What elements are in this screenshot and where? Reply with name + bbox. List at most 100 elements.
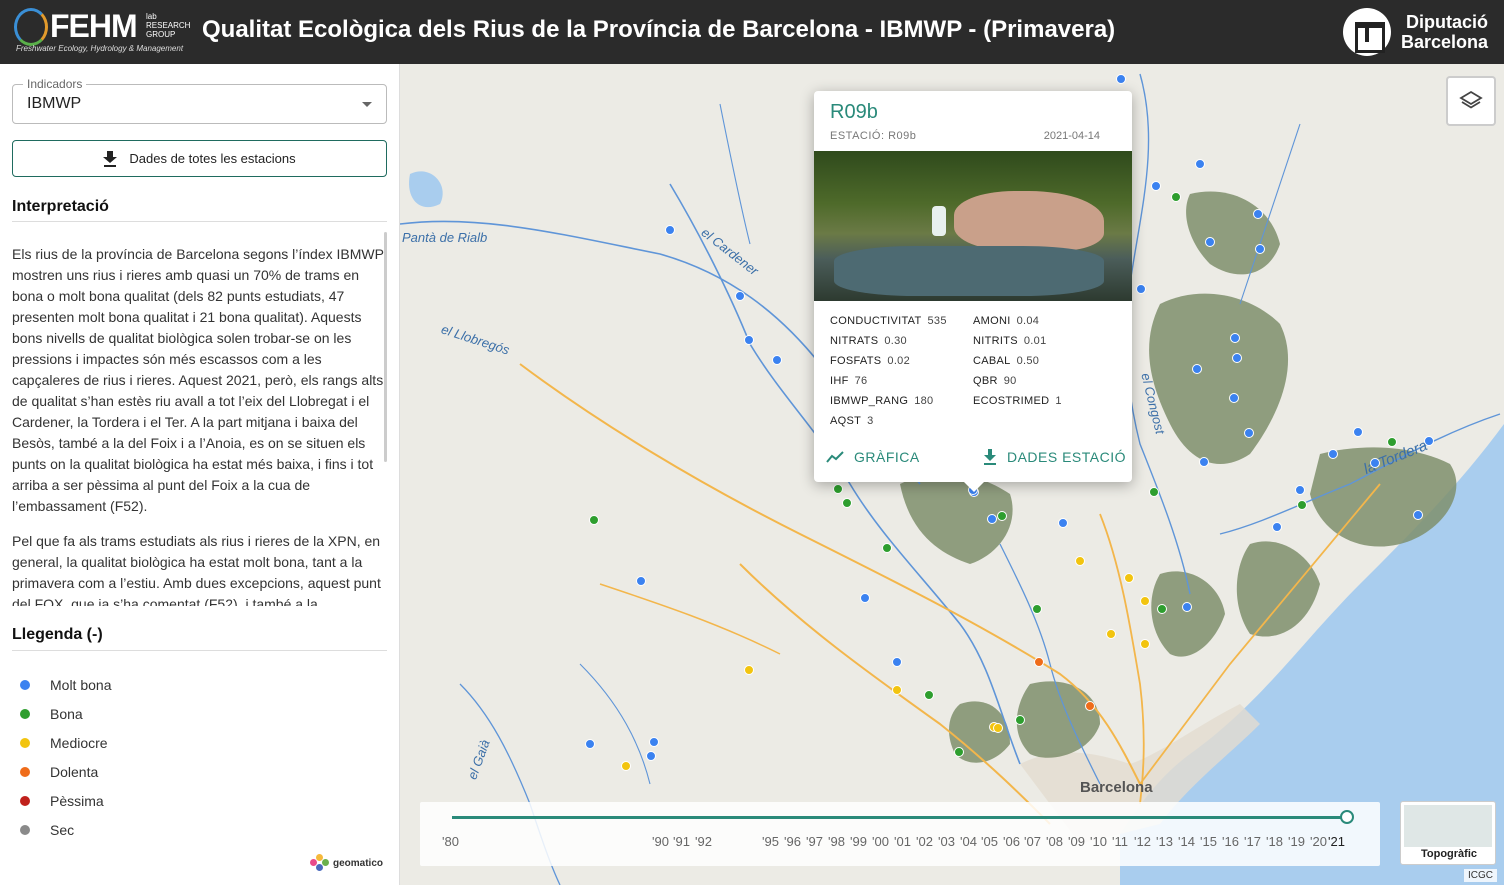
indicator-select[interactable]: Indicadors IBMWP xyxy=(12,77,387,124)
station-marker[interactable] xyxy=(1140,596,1150,606)
timeline-year[interactable]: '18 xyxy=(1266,834,1283,849)
geomatico-credit[interactable]: geomatico xyxy=(310,854,383,872)
station-marker[interactable] xyxy=(1387,437,1397,447)
station-marker[interactable] xyxy=(1106,629,1116,639)
station-marker[interactable] xyxy=(987,514,997,524)
station-marker[interactable] xyxy=(1297,500,1307,510)
station-marker[interactable] xyxy=(1253,209,1263,219)
chart-button[interactable]: GRÀFICA xyxy=(826,449,920,465)
station-marker[interactable] xyxy=(1199,457,1209,467)
station-marker[interactable] xyxy=(1124,573,1134,583)
timeline-year[interactable]: '15 xyxy=(1200,834,1217,849)
timeline-thumb[interactable] xyxy=(1340,810,1354,824)
station-marker[interactable] xyxy=(1192,364,1202,374)
map-attribution[interactable]: ICGC xyxy=(1464,869,1497,882)
station-marker[interactable] xyxy=(1424,436,1434,446)
station-marker[interactable] xyxy=(1413,510,1423,520)
station-marker[interactable] xyxy=(1230,333,1240,343)
timeline-year[interactable]: '20 xyxy=(1310,834,1327,849)
station-marker[interactable] xyxy=(744,665,754,675)
station-marker[interactable] xyxy=(1232,353,1242,363)
station-marker[interactable] xyxy=(1116,74,1126,84)
station-marker[interactable] xyxy=(1157,604,1167,614)
timeline-year[interactable]: '14 xyxy=(1178,834,1195,849)
download-all-button[interactable]: Dades de totes les estacions xyxy=(12,140,387,177)
basemap-toggle-button[interactable]: Topogràfic xyxy=(1400,801,1496,865)
station-marker[interactable] xyxy=(772,355,782,365)
year-timeline[interactable]: '80 '90 '91 '92 '95 '96 '97 '98 '99 '00 '01 '02 '03 '… xyxy=(420,802,1380,866)
station-marker[interactable] xyxy=(954,747,964,757)
station-marker[interactable] xyxy=(892,657,902,667)
timeline-year[interactable]: '99 xyxy=(850,834,867,849)
station-marker[interactable] xyxy=(1182,602,1192,612)
station-marker[interactable] xyxy=(842,498,852,508)
station-marker[interactable] xyxy=(1272,522,1282,532)
station-data-button[interactable]: DADES ESTACIÓ xyxy=(983,449,1126,465)
timeline-year[interactable]: '05 xyxy=(981,834,998,849)
timeline-year[interactable]: '10 xyxy=(1090,834,1107,849)
timeline-year[interactable]: '06 xyxy=(1003,834,1020,849)
station-marker[interactable] xyxy=(833,484,843,494)
station-marker[interactable] xyxy=(589,515,599,525)
station-marker[interactable] xyxy=(882,543,892,553)
station-marker[interactable] xyxy=(585,739,595,749)
station-marker[interactable] xyxy=(1370,458,1380,468)
station-marker[interactable] xyxy=(1015,715,1025,725)
timeline-year[interactable]: '16 xyxy=(1222,834,1239,849)
station-marker[interactable] xyxy=(924,690,934,700)
station-marker[interactable] xyxy=(1075,556,1085,566)
station-marker[interactable] xyxy=(1229,393,1239,403)
layers-button[interactable] xyxy=(1446,76,1496,126)
timeline-year[interactable]: '98 xyxy=(828,834,845,849)
interpretation-text[interactable]: Els rius de la província de Barcelona se… xyxy=(12,244,384,606)
station-marker[interactable] xyxy=(1085,701,1095,711)
station-marker[interactable] xyxy=(1032,604,1042,614)
station-marker[interactable] xyxy=(636,576,646,586)
station-marker[interactable] xyxy=(1195,159,1205,169)
scrollbar[interactable] xyxy=(384,232,387,462)
station-marker[interactable] xyxy=(621,761,631,771)
station-marker[interactable] xyxy=(646,751,656,761)
timeline-year[interactable]: '19 xyxy=(1288,834,1305,849)
timeline-year[interactable]: '08 xyxy=(1046,834,1063,849)
timeline-year[interactable]: '02 xyxy=(916,834,933,849)
timeline-year[interactable]: '03 xyxy=(938,834,955,849)
station-marker[interactable] xyxy=(1058,518,1068,528)
station-marker[interactable] xyxy=(892,685,902,695)
timeline-year[interactable]: '97 xyxy=(806,834,823,849)
station-marker[interactable] xyxy=(1034,657,1044,667)
station-marker[interactable] xyxy=(1136,284,1146,294)
station-marker[interactable] xyxy=(744,335,754,345)
station-marker[interactable] xyxy=(1140,639,1150,649)
station-marker[interactable] xyxy=(1353,427,1363,437)
timeline-year[interactable]: '13 xyxy=(1156,834,1173,849)
timeline-year[interactable]: '96 xyxy=(784,834,801,849)
station-marker[interactable] xyxy=(997,511,1007,521)
timeline-year[interactable]: '90 xyxy=(652,834,669,849)
timeline-year[interactable]: '01 xyxy=(894,834,911,849)
timeline-track[interactable] xyxy=(452,816,1348,819)
timeline-year[interactable]: '80 xyxy=(442,834,459,849)
timeline-year[interactable]: '12 xyxy=(1134,834,1151,849)
station-marker[interactable] xyxy=(860,593,870,603)
station-marker[interactable] xyxy=(1244,428,1254,438)
timeline-year[interactable]: '21 xyxy=(1328,834,1345,849)
station-marker[interactable] xyxy=(665,225,675,235)
station-marker[interactable] xyxy=(1295,485,1305,495)
station-marker[interactable] xyxy=(735,291,745,301)
station-marker[interactable] xyxy=(993,723,1003,733)
timeline-year[interactable]: '17 xyxy=(1244,834,1261,849)
station-marker[interactable] xyxy=(649,737,659,747)
timeline-year[interactable]: '04 xyxy=(960,834,977,849)
timeline-year[interactable]: '91 xyxy=(673,834,690,849)
station-marker[interactable] xyxy=(1171,192,1181,202)
station-marker[interactable] xyxy=(1149,487,1159,497)
timeline-year[interactable]: '09 xyxy=(1068,834,1085,849)
station-marker[interactable] xyxy=(1205,237,1215,247)
map[interactable]: Pantà de Rialb el Cardener el Llobregós … xyxy=(400,64,1504,885)
timeline-year[interactable]: '11 xyxy=(1112,834,1128,849)
station-marker[interactable] xyxy=(1328,449,1338,459)
station-marker[interactable] xyxy=(1255,244,1265,254)
timeline-year[interactable]: '07 xyxy=(1024,834,1041,849)
timeline-year[interactable]: '00 xyxy=(872,834,889,849)
